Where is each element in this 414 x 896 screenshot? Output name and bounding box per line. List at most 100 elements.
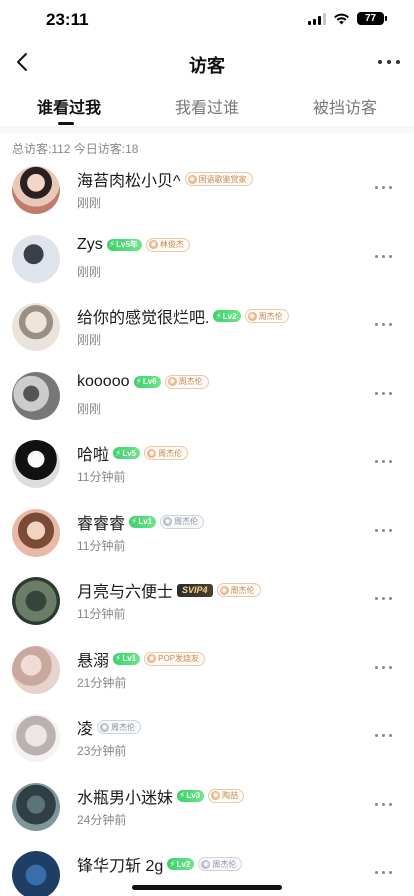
visitor-name-line: kooooo ⚡ Lv6 ◉ 周杰伦 — [77, 373, 209, 391]
status-time: 23:11 — [46, 10, 89, 29]
bolt-icon: ⚡ — [135, 376, 142, 386]
music-tag: ◉ 周杰伦 — [216, 583, 261, 597]
row-more-icon[interactable] — [375, 460, 392, 463]
avatar[interactable] — [12, 645, 60, 694]
tag-label: 周杰伦 — [158, 448, 183, 458]
music-tag: ◉ 陶喆 — [208, 788, 245, 803]
visitor-row[interactable]: 睿睿睿 ⚡ Lv1 ◉ 周杰伦 11分钟前 — [0, 501, 414, 570]
row-more-icon[interactable] — [375, 665, 392, 669]
visitor-row[interactable]: Zys ⚡ Lv5年 ◉ 林俊杰 刚刚 — [0, 227, 414, 296]
level-text: Lv6 — [142, 377, 157, 386]
avatar[interactable] — [12, 508, 60, 557]
music-tag: ◉ 周杰伦 — [160, 514, 205, 529]
more-options-icon[interactable] — [378, 60, 400, 64]
wifi-icon — [334, 13, 349, 24]
visitor-row[interactable]: 海苔肉松小贝^ ◉ 国语歌鉴赏家 刚刚 — [0, 158, 414, 227]
bolt-icon: ⚡ — [215, 310, 222, 321]
avatar[interactable] — [12, 303, 60, 351]
disc-icon: ◉ — [187, 174, 197, 184]
visit-time: 24分钟前 — [77, 812, 127, 827]
row-more-icon[interactable] — [375, 186, 392, 189]
tag-label: 周杰伦 — [178, 377, 203, 386]
visitor-name[interactable]: 睿睿睿 — [77, 510, 125, 534]
bolt-icon: ⚡ — [115, 653, 122, 663]
svip-badge: SVIP4 — [177, 583, 213, 597]
avatar[interactable] — [12, 851, 60, 896]
row-more-icon[interactable] — [375, 254, 392, 258]
visitor-name[interactable]: 给你的感觉很烂吧. — [77, 304, 209, 328]
level-badge: ⚡ Lv2 — [167, 858, 195, 870]
level-text: Lv1 — [138, 517, 153, 526]
level-badge: ⚡ Lv1 — [113, 652, 141, 665]
level-text: Lv5年 — [116, 240, 138, 249]
visitor-row[interactable]: kooooo ⚡ Lv6 ◉ 周杰伦刚刚 — [0, 364, 414, 433]
signal-icon — [308, 12, 326, 25]
visit-time: 刚刚 — [77, 401, 102, 416]
music-tag: ◉ 周杰伦 — [244, 309, 289, 323]
visitor-name-line: 锋华刀斩 2g ⚡ Lv2 ◉ 周杰伦 — [77, 852, 243, 876]
visit-time: 刚刚 — [77, 196, 102, 210]
disc-icon: ◉ — [147, 448, 157, 458]
row-more-icon[interactable] — [375, 871, 392, 874]
tab-who-viewed-me[interactable]: 谁看过我 — [0, 86, 138, 126]
row-more-icon[interactable] — [375, 734, 392, 737]
page-title: 访客 — [189, 56, 225, 76]
tag-label: 林俊杰 — [159, 240, 184, 249]
nav-bar: 访客 — [0, 40, 414, 86]
music-tag: ◉ 周杰伦 — [198, 857, 243, 871]
tag-label: 国语歌鉴赏家 — [198, 174, 247, 184]
music-tag: ◉ 周杰伦 — [144, 446, 189, 460]
visitor-name[interactable]: 凌 — [77, 715, 93, 739]
level-text: Lv2 — [176, 859, 191, 869]
visitor-name[interactable]: 水瓶男小迷妹 — [77, 784, 173, 808]
row-more-icon[interactable] — [375, 597, 392, 600]
avatar[interactable] — [12, 440, 60, 488]
row-more-icon[interactable] — [375, 323, 392, 326]
bolt-icon: ⚡ — [179, 790, 186, 800]
visitor-name-line: 水瓶男小迷妹 ⚡ Lv3 ◉ 陶喆 — [77, 784, 245, 808]
avatar[interactable] — [12, 234, 60, 283]
row-more-icon[interactable] — [375, 528, 392, 532]
disc-icon: ◉ — [163, 517, 173, 526]
row-more-icon[interactable] — [375, 391, 392, 395]
avatar[interactable] — [12, 714, 60, 762]
bolt-icon: ⚡ — [115, 447, 122, 458]
music-tag: ◉ 周杰伦 — [164, 374, 209, 389]
disc-icon: ◉ — [147, 654, 157, 663]
music-tag: ◉ 林俊杰 — [145, 237, 190, 252]
visitor-row[interactable]: 水瓶男小迷妹 ⚡ Lv3 ◉ 陶喆 24分钟前 — [0, 775, 414, 844]
visitor-name[interactable]: Zys — [77, 236, 103, 254]
music-tag: ◉ POP发烧友 — [144, 651, 206, 666]
avatar[interactable] — [12, 371, 60, 420]
tag-label: 周杰伦 — [258, 311, 283, 321]
tab-bar: 谁看过我 我看过谁 被挡访客 — [0, 86, 414, 126]
level-text: Lv3 — [186, 791, 201, 800]
visitor-row[interactable]: 月亮与六便士 SVIP4 ◉ 周杰伦 11分钟前 — [0, 569, 414, 638]
visitor-name[interactable]: 海苔肉松小贝^ — [77, 167, 181, 191]
tag-label: 陶喆 — [222, 791, 239, 800]
level-badge: ⚡ Lv5年 — [106, 238, 142, 251]
avatar[interactable] — [12, 782, 60, 831]
battery-icon: 77 — [357, 12, 387, 25]
level-badge: ⚡ Lv5 — [113, 447, 141, 459]
visitor-name-line: 凌 ◉ 周杰伦 — [77, 715, 142, 739]
row-more-icon[interactable] — [375, 802, 392, 806]
visitor-row[interactable]: 凌 ◉ 周杰伦 23分钟前 — [0, 706, 414, 775]
visitor-name[interactable]: kooooo — [77, 373, 130, 391]
visitor-row[interactable]: 给你的感觉很烂吧. ⚡ Lv2 ◉ 周杰伦 刚刚 — [0, 295, 414, 364]
visit-time: 11分钟前 — [77, 470, 126, 484]
tab-blocked-visitors[interactable]: 被挡访客 — [276, 86, 414, 126]
avatar[interactable] — [12, 166, 60, 214]
visitor-name[interactable]: 锋华刀斩 2g — [77, 852, 163, 876]
music-tag: ◉ 国语歌鉴赏家 — [184, 172, 253, 186]
visitor-name[interactable]: 哈啦 — [77, 441, 109, 465]
tab-who-i-viewed[interactable]: 我看过谁 — [138, 86, 276, 126]
active-tab-indicator — [58, 122, 74, 125]
visitor-name[interactable]: 月亮与六便士 — [77, 578, 173, 602]
visitor-name-line: 哈啦 ⚡ Lv5 ◉ 周杰伦 — [77, 441, 189, 465]
avatar[interactable] — [12, 577, 60, 625]
visitor-name[interactable]: 悬溺 — [77, 647, 109, 671]
visitor-row[interactable]: 哈啦 ⚡ Lv5 ◉ 周杰伦 11分钟前 — [0, 432, 414, 501]
visit-time: 11分钟前 — [77, 538, 126, 553]
visitor-row[interactable]: 悬溺 ⚡ Lv1 ◉ POP发烧友 21分钟前 — [0, 638, 414, 707]
